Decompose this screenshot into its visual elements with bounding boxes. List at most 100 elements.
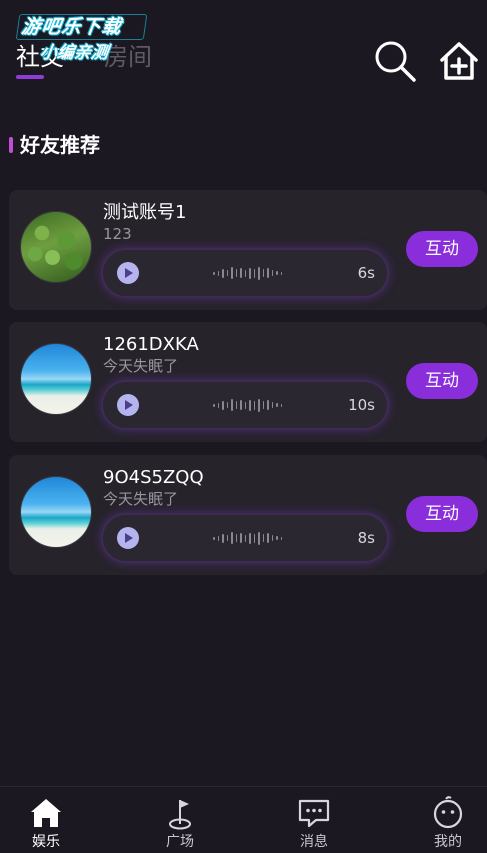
- waveform-icon: [213, 263, 293, 283]
- waveform-bar: [249, 399, 251, 411]
- waveform-bar: [244, 269, 246, 277]
- search-button[interactable]: [372, 38, 418, 84]
- waveform-bar: [222, 533, 224, 543]
- home-add-icon: [440, 42, 478, 80]
- play-icon[interactable]: [117, 394, 139, 416]
- waveform-bar: [226, 535, 228, 541]
- waveform-bar: [213, 536, 215, 540]
- section-title: 好友推荐: [20, 133, 100, 157]
- nav-label: 广场: [166, 834, 194, 850]
- waveform-bar: [222, 400, 224, 410]
- nav-item-profile[interactable]: 我的: [398, 787, 487, 853]
- top-header: 社交 房间 游吧乐下载 小编亲测: [0, 0, 487, 100]
- interact-button[interactable]: 互动: [406, 496, 478, 532]
- play-icon[interactable]: [117, 262, 139, 284]
- avatar-image: [21, 344, 91, 414]
- avatar-image: [21, 212, 91, 282]
- voice-duration: 6s: [357, 264, 375, 282]
- friend-name: 测试账号1: [103, 202, 187, 223]
- watermark-line1: 游吧乐下载: [20, 16, 124, 38]
- friend-card[interactable]: 测试账号1 123 6s 互动: [9, 190, 487, 310]
- waveform-bar: [240, 268, 242, 278]
- interact-button[interactable]: 互动: [406, 363, 478, 399]
- flag-icon: [169, 800, 191, 830]
- avatar[interactable]: [20, 343, 92, 415]
- waveform-bar: [267, 533, 269, 543]
- waveform-bar: [235, 269, 237, 277]
- waveform-bar: [231, 532, 233, 544]
- waveform-bar: [267, 400, 269, 410]
- voice-message[interactable]: 6s: [103, 250, 387, 296]
- watermark-logo: 游吧乐下载 小编亲测: [10, 10, 154, 66]
- nav-label: 消息: [300, 834, 328, 850]
- waveform-bar: [253, 400, 255, 410]
- section-accent-bar: [9, 137, 13, 153]
- waveform-bar: [249, 532, 251, 544]
- avatar[interactable]: [20, 211, 92, 283]
- nav-item-entertainment[interactable]: 娱乐: [0, 787, 96, 853]
- interact-button[interactable]: 互动: [406, 231, 478, 267]
- waveform-bar: [226, 402, 228, 408]
- waveform-bar: [271, 535, 273, 541]
- waveform-bar: [217, 535, 219, 541]
- watermark-line2: 小编亲测: [38, 43, 110, 63]
- waveform-bar: [235, 401, 237, 409]
- waveform-bar: [253, 533, 255, 543]
- bottom-nav: 娱乐 广场 消息 我的: [0, 786, 487, 853]
- waveform-bar: [240, 400, 242, 410]
- home-icon: [31, 799, 61, 827]
- waveform-bar: [240, 533, 242, 543]
- voice-message[interactable]: 10s: [103, 382, 387, 428]
- waveform-bar: [244, 534, 246, 542]
- waveform-bar: [280, 271, 282, 275]
- search-icon: [375, 41, 416, 82]
- nav-label: 我的: [434, 834, 462, 850]
- active-tab-indicator: [16, 75, 44, 79]
- waveform-bar: [262, 269, 264, 277]
- waveform-bar: [276, 271, 278, 275]
- waveform-bar: [258, 398, 260, 412]
- waveform-bar: [271, 402, 273, 408]
- waveform-bar: [217, 270, 219, 276]
- waveform-icon: [213, 395, 293, 415]
- create-room-button[interactable]: [436, 38, 482, 84]
- waveform-bar: [271, 270, 273, 276]
- waveform-bar: [258, 531, 260, 545]
- voice-duration: 10s: [348, 396, 375, 414]
- waveform-bar: [267, 268, 269, 278]
- nav-item-plaza[interactable]: 广场: [130, 787, 230, 853]
- friend-card[interactable]: 9O4S5ZQQ 今天失眠了 8s 互动: [9, 455, 487, 575]
- waveform-bar: [280, 536, 282, 540]
- waveform-bar: [213, 271, 215, 275]
- waveform-bar: [262, 401, 264, 409]
- waveform-icon: [213, 528, 293, 548]
- friend-card[interactable]: 1261DXKA 今天失眠了 10s 互动: [9, 322, 487, 442]
- voice-duration: 8s: [357, 529, 375, 547]
- smiley-icon: [433, 796, 463, 829]
- waveform-bar: [253, 268, 255, 278]
- play-icon[interactable]: [117, 527, 139, 549]
- avatar-image: [21, 477, 91, 547]
- friend-subtitle: 123: [103, 225, 132, 243]
- friend-name: 9O4S5ZQQ: [103, 467, 204, 488]
- waveform-bar: [231, 267, 233, 279]
- avatar[interactable]: [20, 476, 92, 548]
- nav-label: 娱乐: [32, 834, 60, 850]
- waveform-bar: [276, 536, 278, 540]
- friend-name: 1261DXKA: [103, 334, 199, 355]
- waveform-bar: [217, 402, 219, 408]
- waveform-bar: [235, 534, 237, 542]
- waveform-bar: [244, 401, 246, 409]
- waveform-bar: [276, 403, 278, 407]
- friend-subtitle: 今天失眠了: [103, 357, 179, 375]
- waveform-bar: [262, 534, 264, 542]
- voice-message[interactable]: 8s: [103, 515, 387, 561]
- chat-icon: [298, 799, 330, 828]
- nav-item-messages[interactable]: 消息: [264, 787, 364, 853]
- waveform-bar: [249, 267, 251, 279]
- waveform-bar: [280, 403, 282, 407]
- waveform-bar: [213, 403, 215, 407]
- friend-subtitle: 今天失眠了: [103, 490, 179, 508]
- waveform-bar: [258, 266, 260, 280]
- waveform-bar: [231, 399, 233, 411]
